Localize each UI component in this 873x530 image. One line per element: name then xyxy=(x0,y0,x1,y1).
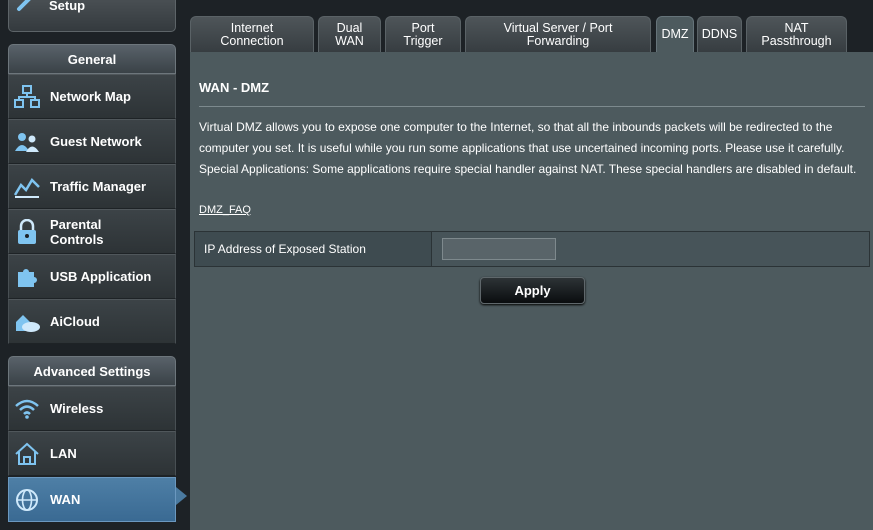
exposed-station-cell xyxy=(432,232,869,266)
apply-button[interactable]: Apply xyxy=(480,277,585,304)
menu-item-parental-controls[interactable]: Parental Controls xyxy=(8,209,176,254)
dmz-faq-link[interactable]: DMZ_FAQ xyxy=(199,204,251,216)
exposed-station-ip-input[interactable] xyxy=(442,238,556,260)
menu-item-label: Wireless xyxy=(50,401,104,416)
menu-item-label: Network Map xyxy=(50,89,131,104)
tab-label: DMZ xyxy=(661,27,689,41)
lock-icon xyxy=(13,218,41,246)
active-indicator-arrow xyxy=(176,487,187,505)
house-icon xyxy=(13,440,41,468)
tab-label: Dual WAN xyxy=(335,20,364,48)
menu-item-network-map[interactable]: Network Map xyxy=(8,74,176,119)
menu-item-usb-application[interactable]: USB Application xyxy=(8,254,176,299)
menu-item-guest-network[interactable]: Guest Network xyxy=(8,119,176,164)
menu-item-aicloud[interactable]: AiCloud xyxy=(8,299,176,344)
menu-item-label: LAN xyxy=(50,446,77,461)
tab-dmz[interactable]: DMZ xyxy=(656,16,694,52)
menu-item-lan[interactable]: LAN xyxy=(8,431,176,476)
menu-item-label: Parental Controls xyxy=(50,216,104,247)
tab-label: Virtual Server / Port Forwarding xyxy=(503,20,613,48)
page-title: WAN - DMZ xyxy=(199,80,270,95)
title-divider xyxy=(199,106,865,107)
menu-item-wan[interactable]: WAN xyxy=(8,477,176,522)
tab-label: DDNS xyxy=(701,27,738,41)
menu-item-wireless[interactable]: Wireless xyxy=(8,386,176,431)
tab-internet-connection[interactable]: Internet Connection xyxy=(190,16,314,52)
advanced-settings-header: Advanced Settings xyxy=(8,356,176,386)
tab-virtual-server[interactable]: Virtual Server / Port Forwarding xyxy=(465,16,651,52)
menu-item-label: WAN xyxy=(50,492,81,507)
menu-item-traffic-manager[interactable]: Traffic Manager xyxy=(8,164,176,209)
exposed-station-label: IP Address of Exposed Station xyxy=(195,232,432,266)
wifi-icon xyxy=(13,395,41,423)
description-paragraph: Virtual DMZ allows you to expose one com… xyxy=(199,120,845,155)
guest-network-icon xyxy=(13,128,41,156)
tab-ddns[interactable]: DDNS xyxy=(697,16,742,52)
puzzle-icon xyxy=(13,263,41,291)
sidebar: Quick Internet Setup General Network Map… xyxy=(0,0,190,530)
tab-label: NAT Passthrough xyxy=(761,20,832,48)
page-description: Virtual DMZ allows you to expose one com… xyxy=(199,117,869,180)
menu-item-label: Guest Network xyxy=(50,134,142,149)
menu-item-label: Traffic Manager xyxy=(50,179,147,194)
exposed-station-row: IP Address of Exposed Station xyxy=(194,231,870,267)
quick-internet-setup-label: Quick Internet Setup xyxy=(49,0,86,13)
cloud-house-icon xyxy=(13,308,41,336)
network-map-icon xyxy=(13,83,41,111)
description-paragraph: Special Applications: Some applications … xyxy=(199,162,857,176)
tab-nat-passthrough[interactable]: NAT Passthrough xyxy=(746,16,847,52)
quick-internet-setup-button[interactable]: Quick Internet Setup xyxy=(8,0,176,32)
tab-port-trigger[interactable]: Port Trigger xyxy=(385,16,461,52)
wand-icon xyxy=(15,0,41,13)
tab-label: Port Trigger xyxy=(403,20,443,48)
menu-item-label: USB Application xyxy=(50,269,152,284)
globe-icon xyxy=(13,486,41,514)
menu-item-label: AiCloud xyxy=(50,314,100,329)
content-panel: WAN - DMZ Virtual DMZ allows you to expo… xyxy=(190,52,873,530)
general-section-header: General xyxy=(8,44,176,74)
tab-label: Internet Connection xyxy=(220,20,284,48)
traffic-manager-icon xyxy=(13,173,41,201)
tab-dual-wan[interactable]: Dual WAN xyxy=(318,16,381,52)
